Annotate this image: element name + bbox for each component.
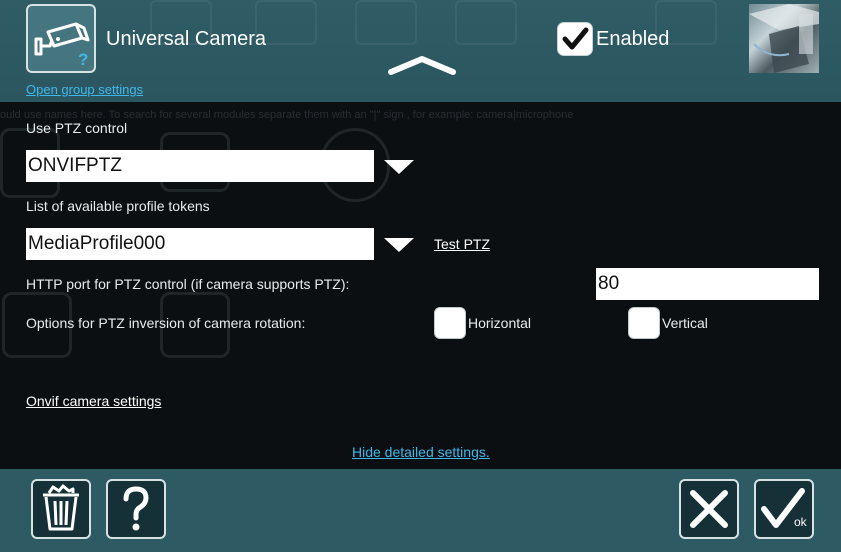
question-icon [123, 486, 149, 531]
profile-tokens-label: List of available profile tokens [26, 198, 210, 214]
use-ptz-label: Use PTZ control [26, 120, 128, 136]
camera-thumbnail [749, 4, 819, 73]
dialog-footer: ok [0, 469, 841, 552]
camera-title: Universal Camera [106, 28, 267, 50]
checkmark-icon [562, 27, 589, 50]
delete-button[interactable] [31, 479, 91, 539]
background-tile [455, 0, 517, 45]
onvif-settings-link[interactable]: Onvif camera settings [26, 393, 161, 409]
open-group-settings-link[interactable]: Open group settings [26, 82, 143, 97]
enabled-checkbox[interactable] [557, 22, 593, 56]
http-port-input[interactable]: 80 [596, 268, 819, 300]
hide-detailed-settings-link[interactable]: Hide detailed settings. [352, 444, 490, 460]
chevron-down-icon[interactable] [384, 160, 414, 176]
vertical-inversion-checkbox[interactable] [628, 307, 660, 339]
ptz-control-select[interactable]: ONVIFPTZ [26, 150, 374, 182]
ok-label: ok [794, 515, 807, 529]
background-tile [355, 0, 417, 45]
vertical-label: Vertical [662, 315, 708, 331]
collapse-chevron-icon[interactable] [388, 54, 456, 76]
cctv-camera-icon[interactable]: ? [26, 4, 96, 73]
ok-button[interactable]: ok [754, 479, 814, 539]
dialog-header: ? Universal Camera Enabled Open group se… [0, 0, 841, 102]
close-icon [690, 490, 728, 528]
enabled-label: Enabled [596, 28, 670, 50]
ptz-inversion-label: Options for PTZ inversion of camera rota… [26, 315, 306, 331]
settings-body: ould use names here. To search for sever… [0, 102, 841, 469]
horizontal-label: Horizontal [468, 315, 532, 331]
trash-icon [43, 484, 79, 531]
cancel-button[interactable] [679, 479, 739, 539]
help-question-mark: ? [78, 50, 89, 69]
help-button[interactable] [106, 479, 166, 539]
http-port-label: HTTP port for PTZ control (if camera sup… [26, 276, 350, 292]
chevron-down-icon[interactable] [384, 238, 414, 254]
horizontal-inversion-checkbox[interactable] [434, 307, 466, 339]
profile-token-select[interactable]: MediaProfile000 [26, 228, 374, 260]
camera-settings-dialog: ? Universal Camera Enabled Open group se… [0, 0, 841, 552]
test-ptz-link[interactable]: Test PTZ [434, 236, 490, 252]
